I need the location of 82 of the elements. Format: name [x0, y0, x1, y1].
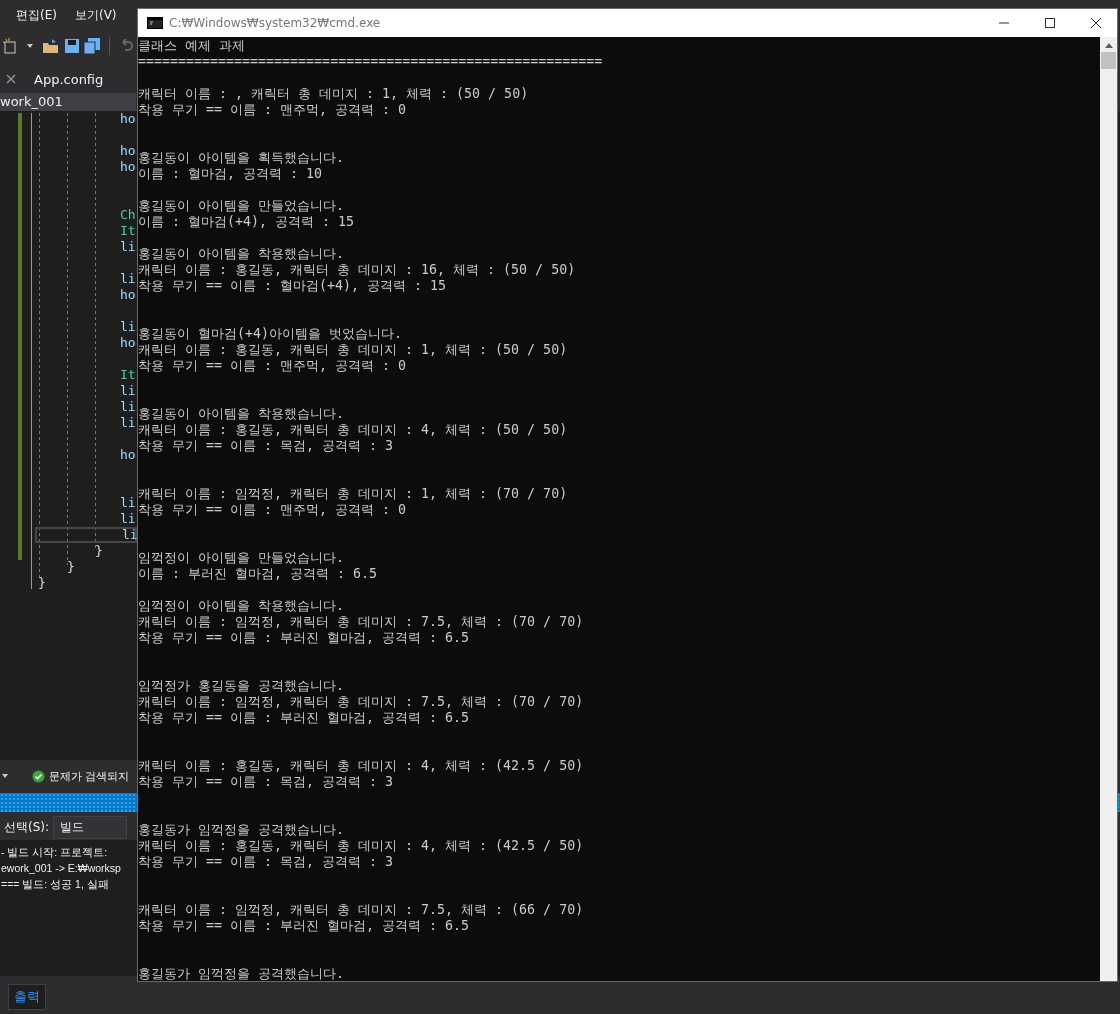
code-text: It: [120, 223, 136, 239]
output-source-label: 선택(S):: [4, 818, 50, 836]
code-text: li: [122, 529, 138, 541]
console-line: 착용 무기 == 이름 : 목검, 공격력 : 3: [138, 438, 395, 454]
save-icon[interactable]: [65, 39, 79, 53]
panel-tab[interactable]: 출력: [8, 984, 46, 1010]
scrollbar[interactable]: [1100, 37, 1117, 981]
code-text: ho: [120, 159, 136, 175]
console-line: 캐릭터 이름 : , 캐릭터 총 데미지 : 1, 체력 : (50 / 50): [138, 86, 530, 102]
folder-icon[interactable]: [42, 38, 60, 54]
undo-icon[interactable]: [119, 39, 133, 53]
console-line: 착용 무기 == 이름 : 맨주먹, 공격력 : 0: [138, 102, 408, 118]
console-line: 임꺽정이 아이템을 만들었습니다.: [138, 550, 346, 566]
code-text: ho: [120, 447, 136, 463]
code-text: li: [120, 399, 136, 415]
new-project-icon[interactable]: [2, 38, 18, 54]
error-status: 문제가 검색되지: [49, 768, 130, 784]
code-text: li: [120, 383, 136, 399]
console-line: 착용 무기 == 이름 : 혈마검(+4), 공격력 : 15: [138, 278, 448, 294]
code-text: li: [120, 495, 136, 511]
menu-item[interactable]: 편집(E): [8, 4, 65, 26]
caret-icon[interactable]: [27, 44, 33, 48]
code-text: ho: [120, 143, 136, 159]
console-line: 캐릭터 이름 : 임꺽정, 캐릭터 총 데미지 : 7.5, 체력 : (66 / 70): [138, 902, 585, 918]
code-text: li: [120, 319, 136, 335]
output-source-dropdown[interactable]: 빌드: [53, 815, 128, 839]
console-line: 홍길동이 아이템을 착용했습니다.: [138, 246, 346, 262]
console-line: 착용 무기 == 이름 : 목검, 공격력 : 3: [138, 854, 395, 870]
output-line: - 빌드 시작: 프로젝트:: [0, 845, 108, 860]
console-line: 캐릭터 이름 : 홍길동, 캐릭터 총 데미지 : 4, 체력 : (42.5 / 50): [138, 758, 585, 774]
console-line: 캐릭터 이름 : 홍길동, 캐릭터 총 데미지 : 4, 체력 : (50 / 50): [138, 422, 569, 438]
output-line: ework_001 -> E:₩worksp: [0, 861, 121, 876]
check-icon: [32, 769, 45, 783]
console-line: 홍길동이 혈마검(+4)아이템을 벗었습니다.: [138, 326, 404, 342]
console-line: 착용 무기 == 이름 : 부러진 혈마검, 공격력 : 6.5: [138, 710, 471, 726]
code-text: ho: [120, 287, 136, 303]
console-line: 홍길동이 아이템을 획득했습니다.: [138, 150, 346, 166]
code-text: }: [38, 575, 46, 591]
scroll-up-icon[interactable]: [1104, 43, 1113, 48]
code-text: }: [95, 543, 103, 559]
code-text: li: [120, 239, 136, 255]
code-text: ho: [120, 335, 136, 351]
window-title: C:₩Windows₩system32₩cmd.exe: [169, 16, 382, 30]
code-text: li: [120, 415, 136, 431]
console-line: 이름 : 부러진 혈마검, 공격력 : 6.5: [138, 566, 379, 582]
console-line: 캐릭터 이름 : 임꺽정, 캐릭터 총 데미지 : 7.5, 체력 : (70 / 70): [138, 614, 585, 630]
code-text: Ch: [120, 207, 136, 223]
scroll-thumb[interactable]: [1101, 52, 1116, 69]
console-line: 착용 무기 == 이름 : 목검, 공격력 : 3: [138, 774, 395, 790]
caret-icon[interactable]: [2, 774, 8, 778]
console-line: 착용 무기 == 이름 : 부러진 혈마검, 공격력 : 6.5: [138, 918, 471, 934]
output-line: === 빌드: 성공 1, 실패: [0, 877, 109, 892]
console-line: 홍길동이 아이템을 만들었습니다.: [138, 198, 346, 214]
code-text: }: [67, 559, 75, 575]
project-dropdown[interactable]: work_001: [0, 93, 136, 111]
console-line: 캐릭터 이름 : 임꺽정, 캐릭터 총 데미지 : 1, 체력 : (70 / 70): [138, 486, 569, 502]
console-line: 클래스 예제 과제: [138, 38, 246, 54]
console-line: 캐릭터 이름 : 임꺽정, 캐릭터 총 데미지 : 7.5, 체력 : (70 / 70): [138, 694, 585, 710]
console-line: 캐릭터 이름 : 홍길동, 캐릭터 총 데미지 : 4, 체력 : (42.5 / 50): [138, 838, 585, 854]
console-icon: [147, 17, 163, 29]
code-text: It: [120, 367, 136, 383]
console-line: 임꺽정가 홍길동을 공격했습니다.: [138, 678, 346, 694]
code-text: ho: [120, 111, 136, 127]
close-icon[interactable]: [1091, 18, 1101, 28]
console-line: 착용 무기 == 이름 : 부러진 혈마검, 공격력 : 6.5: [138, 630, 471, 646]
console-line: 홍길동이 아이템을 착용했습니다.: [138, 406, 346, 422]
maximize-icon[interactable]: [1045, 18, 1055, 28]
console-line: 홍길동가 임꺽정을 공격했습니다.: [138, 966, 346, 981]
code-text: li: [120, 271, 136, 287]
console-line: 임꺽정이 아이템을 착용했습니다.: [138, 598, 346, 614]
console-line: 착용 무기 == 이름 : 맨주먹, 공격력 : 0: [138, 358, 408, 374]
console-line: 이름 : 혈마검(+4), 공격력 : 15: [138, 214, 356, 230]
console-line: ==========================================================: [138, 54, 604, 70]
console-line: 캐릭터 이름 : 홍길동, 캐릭터 총 데미지 : 1, 체력 : (50 / 50): [138, 342, 569, 358]
menu-item[interactable]: 보기(V): [66, 4, 125, 26]
console-line: 캐릭터 이름 : 홍길동, 캐릭터 총 데미지 : 16, 체력 : (50 / 50): [138, 262, 577, 278]
console-line: 홍길동가 임꺽정을 공격했습니다.: [138, 822, 346, 838]
save-all-icon[interactable]: [84, 38, 100, 54]
document-tab[interactable]: App.config: [30, 69, 108, 89]
console-line: 착용 무기 == 이름 : 맨주먹, 공격력 : 0: [138, 502, 408, 518]
code-text: li: [120, 511, 136, 527]
console-line: 이름 : 혈마검, 공격력 : 10: [138, 166, 324, 182]
